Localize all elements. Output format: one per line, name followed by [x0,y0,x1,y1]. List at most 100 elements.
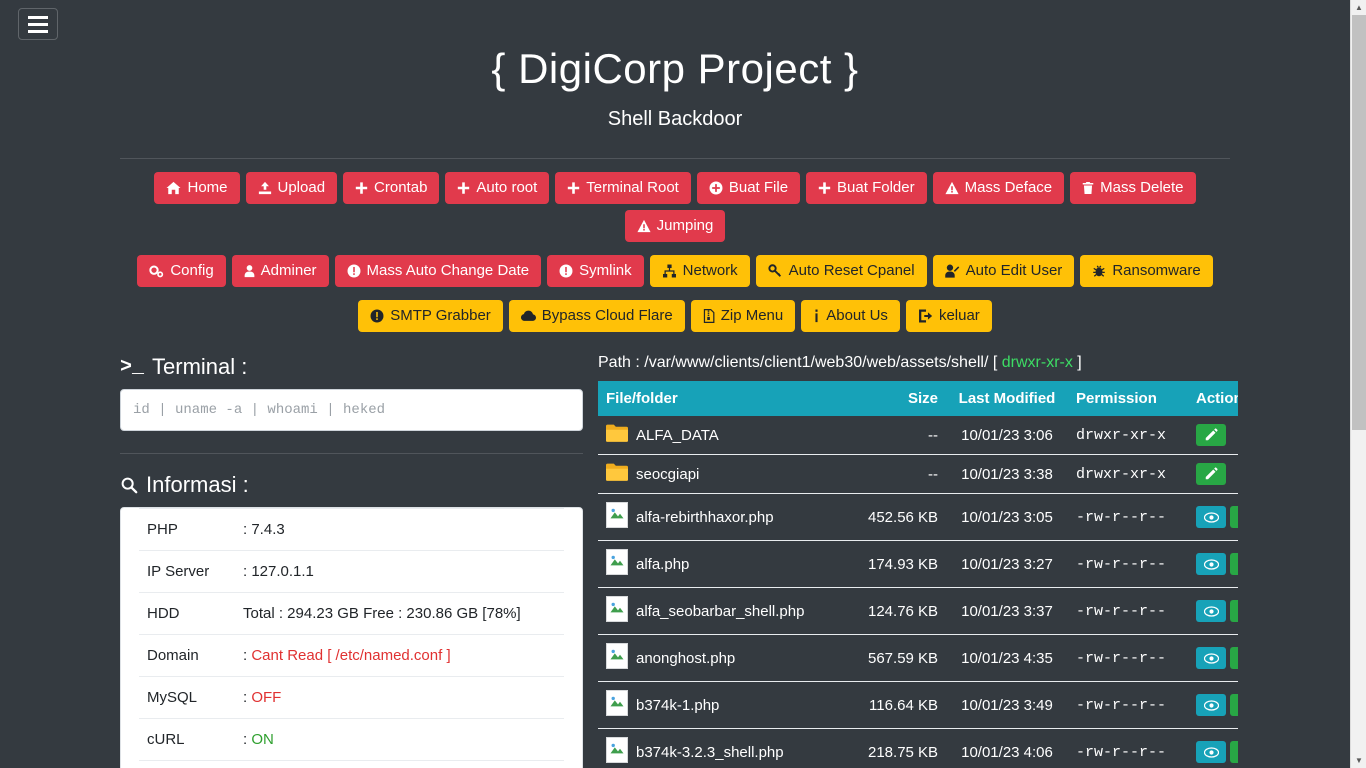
view-action-button[interactable] [1196,600,1226,623]
broken-image-icon [606,690,628,720]
nav-button-jumping[interactable]: Jumping [624,210,726,243]
table-row[interactable]: b374k-1.php 116.64 KB 10/01/23 3:49 -rw-r--… [598,681,1238,729]
file-modified-cell: 10/01/23 4:35 [946,634,1068,682]
column-header-name[interactable]: File/folder [598,381,860,417]
nav-button-keluar[interactable]: keluar [905,300,992,333]
column-header-modified[interactable]: Last Modified [946,381,1068,417]
table-row[interactable]: alfa-rebirthhaxor.php 452.56 KB 10/01/23 3… [598,493,1238,541]
nav-button-crontab[interactable]: Crontab [343,172,440,205]
file-name-cell[interactable]: seocgiapi [598,454,860,494]
view-action-button[interactable] [1196,694,1226,717]
file-name-link[interactable]: alfa-rebirthhaxor.php [636,509,774,526]
hamburger-menu-button[interactable] [18,8,58,40]
nav-button-mass-auto-change-date[interactable]: Mass Auto Change Date [334,255,542,288]
view-action-button[interactable] [1196,741,1226,764]
column-header-action[interactable]: Action [1188,381,1238,417]
broken-image-icon [606,737,628,767]
file-name-link[interactable]: b374k-1.php [636,697,719,714]
nav-button-ransomware[interactable]: Ransomware [1080,255,1213,288]
nav-button-auto-reset-cpanel[interactable]: Auto Reset Cpanel [755,255,927,288]
hamburger-bar-2 [28,22,48,26]
view-action-button[interactable] [1196,506,1226,529]
file-permission-cell[interactable]: -rw-r--r-- [1068,634,1188,682]
file-action-cell [1188,634,1238,682]
nav-button-buat-file[interactable]: Buat File [696,172,801,205]
edit-action-button[interactable] [1230,553,1238,576]
file-name-cell[interactable]: anonghost.php [598,634,860,682]
column-header-permission[interactable]: Permission [1068,381,1188,417]
file-permission-cell[interactable]: drwxr-xr-x [1068,454,1188,494]
file-table-header-row: File/folder Size Last Modified Permissio… [598,381,1238,417]
file-name-cell[interactable]: b374k-1.php [598,681,860,729]
file-name-cell[interactable]: alfa.php [598,540,860,588]
file-table-head: File/folder Size Last Modified Permissio… [598,381,1238,417]
plus-icon [355,181,368,195]
edit-action-button[interactable] [1230,600,1238,623]
nav-button-auto-edit-user[interactable]: Auto Edit User [932,255,1075,288]
file-name-link[interactable]: alfa_seobarbar_shell.php [636,603,804,620]
file-name-link[interactable]: b374k-3.2.3_shell.php [636,744,784,761]
nav-button-about-us[interactable]: About Us [801,300,900,333]
edit-action-button[interactable] [1230,694,1238,717]
file-name-cell[interactable]: alfa-rebirthhaxor.php [598,493,860,541]
file-name-cell[interactable]: ALFA_DATA [598,416,860,455]
exclamation-icon [559,264,573,278]
nav-button-bypass-cloud-flare[interactable]: Bypass Cloud Flare [508,300,685,333]
nav-button-symlink[interactable]: Symlink [547,255,644,288]
nav-button-config[interactable]: Config [137,255,226,288]
column-header-size[interactable]: Size [860,381,946,417]
info-row-key: HDD [139,592,235,635]
nav-button-network[interactable]: Network [649,255,750,288]
scrollbar-down-arrow[interactable]: ▼ [1351,753,1366,768]
nav-button-auto-root[interactable]: Auto root [445,172,550,205]
table-row[interactable]: seocgiapi -- 10/01/23 3:38 drwxr-xr-x [598,454,1238,494]
file-permission-cell[interactable]: -rw-r--r-- [1068,728,1188,768]
broken-image-icon [606,549,628,579]
file-name-cell[interactable]: b374k-3.2.3_shell.php [598,728,860,768]
path-value[interactable]: /var/www/clients/client1/web30/web/asset… [644,354,988,371]
nav-button-smtp-grabber[interactable]: SMTP Grabber [358,300,503,333]
edit-action-button[interactable] [1230,741,1238,764]
table-row[interactable]: anonghost.php 567.59 KB 10/01/23 4:35 -rw-r… [598,634,1238,682]
nav-button-upload[interactable]: Upload [245,172,338,205]
nav-button-zip-menu[interactable]: Zip Menu [690,300,796,333]
view-action-button[interactable] [1196,647,1226,670]
terminal-input[interactable] [120,389,583,432]
file-permission-cell[interactable]: -rw-r--r-- [1068,540,1188,588]
scrollbar-up-arrow[interactable]: ▲ [1351,0,1366,15]
edit-action-button[interactable] [1230,506,1238,529]
rename-action-button[interactable] [1196,424,1226,447]
file-name-link[interactable]: alfa.php [636,556,689,573]
info-row-key: MySQL [139,676,235,719]
file-permission-cell[interactable]: -rw-r--r-- [1068,493,1188,541]
table-row[interactable]: ALFA_DATA -- 10/01/23 3:06 drwxr-xr-x [598,416,1238,455]
nav-button-terminal-root[interactable]: Terminal Root [555,172,691,205]
table-row[interactable]: alfa.php 174.93 KB 10/01/23 3:27 -rw-r--r-- [598,540,1238,588]
nav-button-buat-folder[interactable]: Buat Folder [806,172,927,205]
table-row[interactable]: alfa_seobarbar_shell.php 124.76 KB 10/01/2… [598,587,1238,635]
file-modified-cell: 10/01/23 3:06 [961,426,1053,444]
path-perm-close: ] [1072,354,1082,372]
view-action-button[interactable] [1196,553,1226,576]
edit-action-button[interactable] [1230,647,1238,670]
file-name-link[interactable]: anonghost.php [636,650,735,667]
nav-button-mass-deface[interactable]: Mass Deface [932,172,1065,205]
nav-button-mass-delete[interactable]: Mass Delete [1070,172,1196,205]
file-name-link[interactable]: ALFA_DATA [636,427,719,444]
file-permission-cell[interactable]: -rw-r--r-- [1068,587,1188,635]
info-row: MySQL: OFF [139,676,564,719]
file-name-link[interactable]: seocgiapi [636,466,699,483]
terminal-heading-label: Terminal : [152,354,248,380]
path-label: Path : [598,354,645,372]
scrollbar-thumb[interactable] [1352,15,1366,430]
file-name-cell[interactable]: alfa_seobarbar_shell.php [598,587,860,635]
nav-button-home[interactable]: Home [154,172,240,205]
nav-button-adminer[interactable]: Adminer [231,255,329,288]
page-scrollbar[interactable]: ▲ ▼ [1350,0,1366,768]
hamburger-bar-1 [28,15,48,19]
rename-action-button[interactable] [1196,463,1226,486]
table-row[interactable]: b374k-3.2.3_shell.php 218.75 KB 10/01/23 4… [598,728,1238,768]
file-permission-cell[interactable]: drwxr-xr-x [1068,416,1188,455]
file-permission-cell[interactable]: -rw-r--r-- [1068,681,1188,729]
nav-button-label: Ransomware [1112,262,1201,280]
